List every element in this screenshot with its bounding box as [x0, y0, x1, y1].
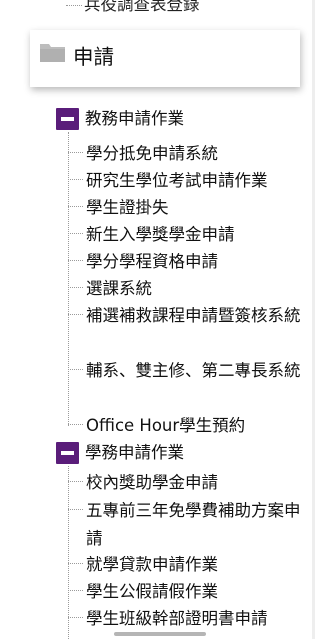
group-label: 教務申請作業 — [85, 109, 184, 128]
tree-connector — [68, 617, 83, 618]
tree-connector — [68, 314, 83, 315]
tree-connector — [68, 509, 83, 510]
tree-connector — [68, 563, 83, 564]
tree-item-military-survey[interactable]: 兵役調查表登錄 — [66, 0, 200, 17]
tree-connector — [68, 481, 83, 482]
tree-item-label: 兵役調查表登錄 — [84, 0, 200, 14]
tree-item-label: 研究生學位考試申請作業 — [86, 171, 268, 190]
home-indicator[interactable] — [114, 632, 206, 636]
tree-item-label: 就學貸款申請作業 — [86, 555, 218, 574]
collapse-minus-icon[interactable] — [56, 442, 79, 464]
tree-item-label: 新生入學獎學金申請 — [86, 225, 235, 244]
tree-connector — [68, 152, 83, 153]
tree-item-label: 輔系、雙主修、第二專長系統 — [86, 361, 301, 380]
application-menu-page: 兵役調查表登錄 申請 教務申請作業 學分抵免申請系統 研究生學位考試申請作業 學… — [0, 0, 319, 639]
section-title: 申請 — [73, 45, 114, 69]
scrollbar[interactable] — [312, 0, 315, 639]
tree-connector — [68, 233, 83, 234]
collapse-minus-icon[interactable] — [56, 108, 79, 130]
section-header-apply[interactable]: 申請 — [30, 30, 300, 87]
tree-connector — [68, 369, 83, 370]
tree-item-label: 選課系統 — [86, 279, 152, 298]
tree-item-label: 學分抵免申請系統 — [86, 144, 218, 163]
tree-connector — [68, 287, 83, 288]
tree-vertical-line — [68, 132, 69, 426]
tree-item-label: 校內獎助學金申請 — [86, 473, 218, 492]
tree-item-label: 學生公假請假作業 — [86, 582, 218, 601]
tree-item-label: 學分學程資格申請 — [86, 252, 218, 271]
tree-item-label: 學生證掛失 — [86, 198, 169, 217]
tree-vertical-line — [68, 466, 69, 639]
tree-item-label: 學生班級幹部證明書申請 — [86, 609, 268, 628]
tree-item-label: 補選補救課程申請暨簽核系統 — [86, 306, 301, 325]
tree-item-label: 五專前三年免學費補助方案申請 — [86, 501, 301, 548]
tree-connector — [68, 260, 83, 261]
tree-connector — [66, 4, 82, 7]
folder-icon — [40, 44, 65, 62]
group-label: 學務申請作業 — [85, 443, 184, 462]
tree-connector — [68, 206, 83, 207]
tree-connector — [68, 590, 83, 591]
tree-connector — [68, 424, 83, 425]
tree-item-label: Office Hour學生預約 — [86, 416, 246, 435]
tree-connector — [68, 179, 83, 180]
